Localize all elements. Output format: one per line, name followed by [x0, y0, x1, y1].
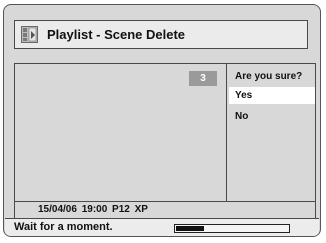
page-title: Playlist - Scene Delete [47, 27, 186, 42]
status-bar: Wait for a moment. [5, 218, 319, 236]
recording-info: 15/04/06 19:00 P12 XP [38, 204, 148, 215]
progress-bar [174, 224, 290, 233]
dvd-recorder-screen: Playlist - Scene Delete 3 Are you sure? … [3, 4, 321, 237]
confirm-panel: Are you sure? Yes No [227, 64, 315, 201]
yes-option[interactable]: Yes [229, 87, 315, 104]
progress-fill [176, 226, 204, 231]
status-message: Wait for a moment. [14, 221, 113, 233]
info-bar: 15/04/06 19:00 P12 XP [14, 201, 316, 219]
main-area: 3 Are you sure? Yes No [14, 63, 316, 202]
confirm-question: Are you sure? [235, 71, 303, 82]
playlist-icon [21, 26, 38, 43]
title-bar: Playlist - Scene Delete [14, 20, 308, 49]
scene-preview: 3 [15, 64, 227, 201]
no-option[interactable]: No [229, 108, 315, 125]
scene-number-badge: 3 [189, 71, 217, 86]
